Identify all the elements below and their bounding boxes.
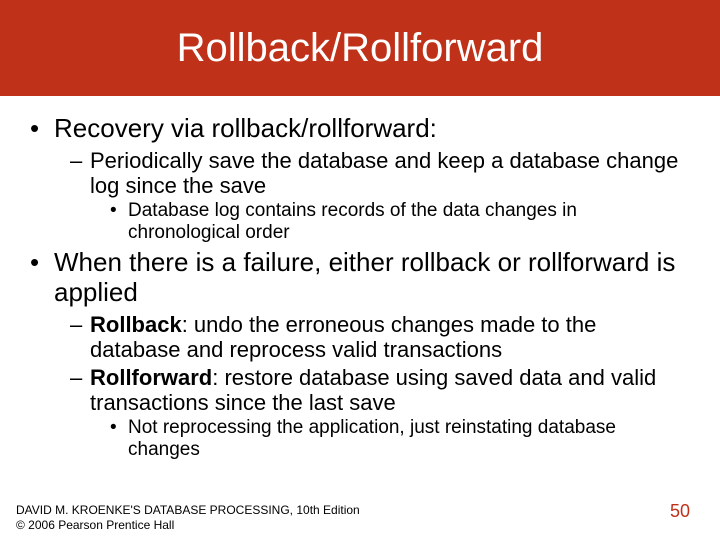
footer: DAVID M. KROENKE'S DATABASE PROCESSING, … (16, 503, 360, 532)
title-bar: Rollback/Rollforward (0, 0, 720, 96)
slide: Rollback/Rollforward Recovery via rollba… (0, 0, 720, 540)
footer-line1: DAVID M. KROENKE'S DATABASE PROCESSING, … (16, 503, 360, 517)
bullet-lead-bold: Rollforward (90, 365, 212, 390)
content-area: Recovery via rollback/rollforward: Perio… (0, 96, 720, 461)
slide-title: Rollback/Rollforward (177, 26, 544, 71)
bullet-level2: Rollforward: restore database using save… (30, 365, 690, 416)
bullet-level3: Database log contains records of the dat… (30, 200, 690, 244)
bullet-level2: Periodically save the database and keep … (30, 148, 690, 199)
bullet-level1: Recovery via rollback/rollforward: (30, 114, 690, 144)
footer-line2: © 2006 Pearson Prentice Hall (16, 518, 360, 532)
bullet-level2: Rollback: undo the erroneous changes mad… (30, 312, 690, 363)
bullet-level1: When there is a failure, either rollback… (30, 248, 690, 308)
page-number: 50 (670, 501, 690, 522)
bullet-level3: Not reprocessing the application, just r… (30, 417, 690, 461)
bullet-lead-bold: Rollback (90, 312, 182, 337)
